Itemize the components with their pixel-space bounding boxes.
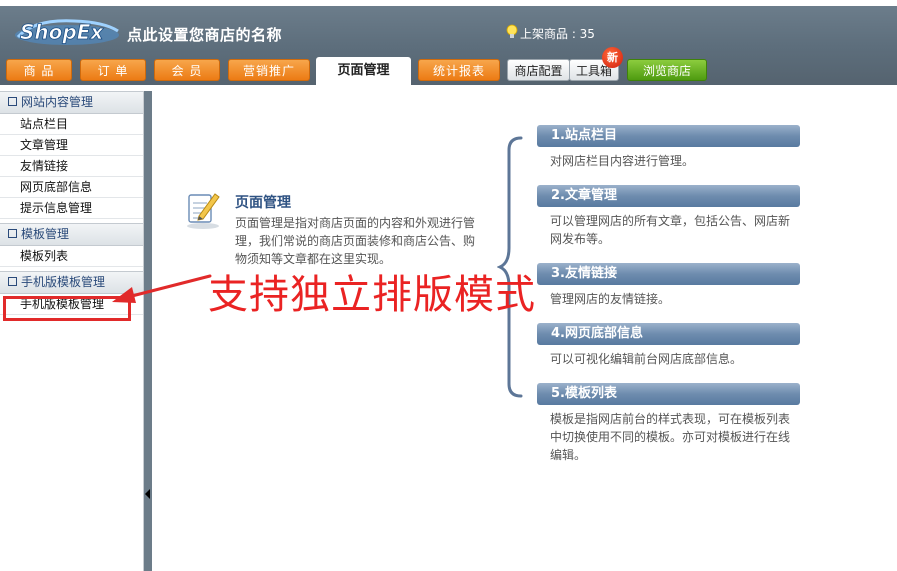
tab-marketing[interactable]: 营销推广 bbox=[228, 59, 310, 81]
feature-friend-links-desc: 管理网店的友情链接。 bbox=[550, 292, 671, 306]
collapse-box-icon bbox=[8, 229, 17, 238]
feature-template-list-desc: 模板是指网店前台的样式表现，可在模板列表中切换使用不同的模板。亦可对模板进行在线… bbox=[550, 412, 791, 462]
sidebar-item-footer-info[interactable]: 网页底部信息 bbox=[0, 177, 143, 198]
sidebar: 网站内容管理 站点栏目 文章管理 友情链接 网页底部信息 提示信息管理 模板管理… bbox=[0, 91, 144, 571]
section-mobile-templates[interactable]: 手机版模板管理 bbox=[0, 271, 143, 294]
feature-articles-header[interactable]: 2.文章管理 bbox=[537, 185, 800, 207]
tab-reports[interactable]: 统计报表 bbox=[418, 59, 500, 81]
feature-footer-info-desc: 可以可视化编辑前台网店底部信息。 bbox=[550, 352, 743, 366]
goods-count-status: 上架商品 : 35 bbox=[520, 27, 595, 41]
tab-orders[interactable]: 订 单 bbox=[80, 59, 146, 81]
sidebar-item-template-list[interactable]: 模板列表 bbox=[0, 246, 143, 267]
sidebar-gutter bbox=[144, 91, 152, 571]
intro-title: 页面管理 bbox=[235, 195, 291, 211]
bulb-icon bbox=[506, 24, 518, 38]
feature-articles-desc: 可以管理网店的所有文章，包括公告、网店新网发布等。 bbox=[550, 214, 791, 246]
tab-page-management[interactable]: 页面管理 bbox=[316, 57, 411, 85]
tab-goods[interactable]: 商 品 bbox=[6, 59, 72, 81]
collapse-box-icon bbox=[8, 97, 17, 106]
section-title: 模板管理 bbox=[21, 227, 70, 241]
annotation-highlight-box bbox=[3, 296, 131, 321]
feature-footer-info-header[interactable]: 4.网页底部信息 bbox=[537, 323, 800, 345]
sidebar-item-friend-links[interactable]: 友情链接 bbox=[0, 156, 143, 177]
annotation-text: 支持独立排版模式 bbox=[208, 272, 536, 318]
top-border bbox=[0, 0, 897, 6]
sidebar-item-tip-messages[interactable]: 提示信息管理 bbox=[0, 198, 143, 219]
section-title: 网站内容管理 bbox=[21, 95, 94, 109]
top-header: ShopEx 点此设置您商店的名称 上架商品 : 35 商 品 订 单 会 员 … bbox=[0, 0, 897, 85]
tab-browse-store[interactable]: 浏览商店 bbox=[627, 59, 707, 81]
notepad-pencil-icon bbox=[187, 193, 220, 229]
feature-template-list-header[interactable]: 5.模板列表 bbox=[537, 383, 800, 405]
shop-name-link[interactable]: 点此设置您商店的名称 bbox=[127, 24, 282, 45]
sidebar-item-articles[interactable]: 文章管理 bbox=[0, 135, 143, 156]
section-title: 手机版模板管理 bbox=[21, 275, 106, 289]
intro-text: 页面管理是指对商店页面的内容和外观进行管理，我们常说的商店页面装修和商店公告、购… bbox=[235, 216, 476, 266]
feature-site-columns-desc: 对网店栏目内容进行管理。 bbox=[550, 154, 695, 168]
collapse-box-icon bbox=[8, 277, 17, 286]
tab-members[interactable]: 会 员 bbox=[154, 59, 220, 81]
sidebar-item-site-columns[interactable]: 站点栏目 bbox=[0, 114, 143, 135]
tab-store-config[interactable]: 商店配置 bbox=[507, 59, 570, 81]
shopex-logo: ShopEx bbox=[15, 19, 119, 45]
feature-site-columns-header[interactable]: 1.站点栏目 bbox=[537, 125, 800, 147]
feature-friend-links-header[interactable]: 3.友情链接 bbox=[537, 263, 800, 285]
collapse-sidebar-icon[interactable] bbox=[145, 489, 150, 499]
section-site-content[interactable]: 网站内容管理 bbox=[0, 91, 143, 114]
logo-text: ShopEx bbox=[20, 20, 104, 44]
new-badge: 新 bbox=[602, 47, 623, 68]
section-templates[interactable]: 模板管理 bbox=[0, 223, 143, 246]
